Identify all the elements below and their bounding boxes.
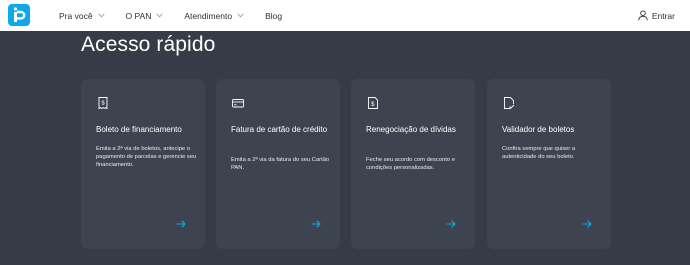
arrow-right-icon[interactable] (581, 218, 593, 230)
nav-item-atendimento[interactable]: Atendimento (184, 11, 244, 21)
arrow-right-icon[interactable] (445, 218, 457, 230)
card-description: Emita a 2ª via de boletos, antecipe o pa… (96, 146, 197, 169)
card-title: Fatura de cartão de crédito (231, 125, 328, 134)
nav-item-label: O PAN (125, 10, 152, 21)
card-title: Boleto de financiamento (96, 125, 182, 134)
svg-text:$: $ (101, 101, 104, 107)
card-fatura-cartao[interactable]: Fatura de cartão de crédito Emita a 2ª v… (216, 79, 340, 249)
card-boleto-financiamento[interactable]: $ Boleto de financiamento Emita a 2ª via… (81, 79, 205, 249)
chevron-down-icon (97, 13, 105, 18)
document-dollar-icon: $ (368, 97, 378, 109)
card-title: Validador de boletos (502, 125, 575, 134)
pan-logo-icon[interactable] (8, 4, 30, 26)
nav-item-label: Blog (265, 10, 283, 21)
user-icon (638, 10, 648, 21)
card-title: Renegociação de dívidas (366, 125, 456, 134)
card-description: Confira sempre que quiser a autenticidad… (502, 146, 576, 161)
nav-item-o-pan[interactable]: O PAN (126, 11, 164, 21)
card-description: Emita a 2ª via da fatura do seu Cartão P… (231, 157, 330, 172)
card-validador-boletos[interactable]: Validador de boletos Confira sempre que … (487, 79, 611, 249)
nav-item-pra-voce[interactable]: Pra você (59, 11, 105, 21)
arrow-right-icon[interactable] (175, 218, 187, 230)
receipt-icon: $ (98, 97, 108, 110)
card-description: Feche seu acordo com desconto e condiçõe… (366, 157, 455, 172)
document-check-icon (504, 97, 515, 109)
nav-item-blog[interactable]: Blog (265, 11, 282, 21)
top-navigation-bar: Pra você O PAN Atendimento Blog Entrar (0, 0, 690, 31)
main-nav: Pra você O PAN Atendimento Blog (59, 0, 303, 31)
section-title: Acesso rápido (81, 33, 216, 56)
login-button[interactable]: Entrar (638, 0, 675, 31)
login-label: Entrar (651, 10, 675, 21)
nav-item-label: Atendimento (184, 10, 233, 21)
chevron-down-icon (156, 13, 164, 18)
svg-text:$: $ (371, 102, 375, 108)
nav-item-label: Pra você (59, 10, 93, 21)
arrow-right-icon[interactable] (310, 218, 322, 230)
chevron-down-icon (237, 13, 244, 18)
card-renegociacao-dividas[interactable]: $ Renegociação de dívidas Feche seu acor… (351, 79, 475, 249)
credit-card-icon (232, 99, 244, 108)
